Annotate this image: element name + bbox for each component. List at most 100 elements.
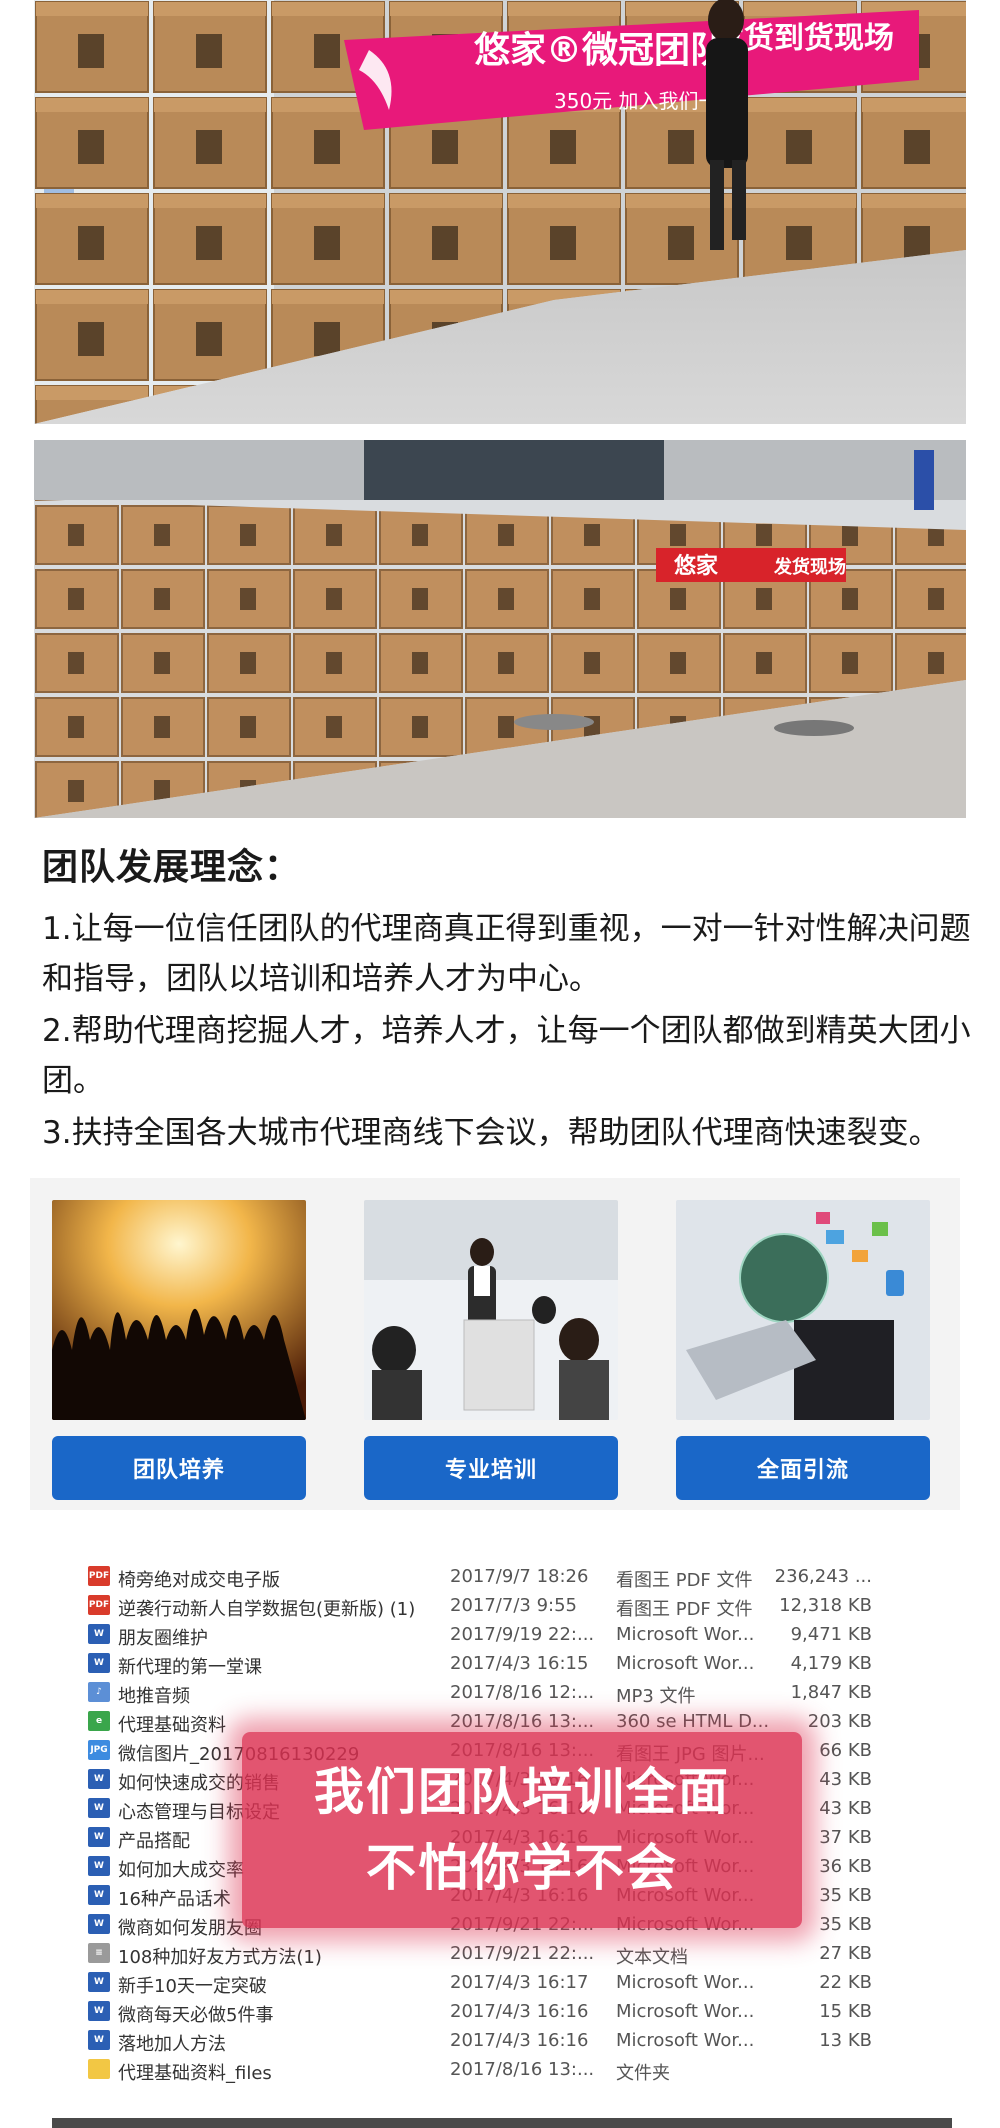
overlay-line-1: 我们团队培训全面 — [314, 1763, 730, 1821]
file-type: 文本文档 — [616, 1947, 688, 1968]
file-date: 2017/4/3 16:15 — [450, 1653, 589, 1674]
philosophy-item-3: 3.扶持全国各大城市代理商线下会议，帮助团队代理商快速裂变。 — [42, 1115, 940, 1151]
file-name: 代理基础资料 — [118, 1715, 226, 1736]
section-title: 团队发展理念： — [42, 847, 302, 888]
file-name: 微商如何发朋友圈 — [118, 1918, 262, 1939]
file-date: 2017/4/3 16:16 — [450, 2030, 589, 2051]
file-name: 108种加好友方式方法(1) — [118, 1947, 322, 1968]
file-type: Microsoft Wor... — [616, 2030, 755, 2051]
file-type-icon: W — [88, 1827, 110, 1847]
feature-card-traffic: 全面引流 — [676, 1200, 930, 1500]
file-date: 2017/4/3 16:17 — [450, 1972, 589, 1993]
file-row[interactable]: 代理基础资料_files 2017/8/16 13:... 文件夹 — [52, 2055, 952, 2084]
philosophy-item-2: 2.帮助代理商挖掘人才，培养人才，让每一个团队都做到精英大团小团。 — [42, 1013, 971, 1099]
banner-text: 悠家®微冠团队 — [474, 30, 727, 71]
file-type-icon: W — [88, 1653, 110, 1673]
file-type: Microsoft Wor... — [616, 1624, 755, 1645]
file-type-icon: W — [88, 2001, 110, 2021]
file-type-icon — [88, 2059, 110, 2079]
file-row[interactable]: PDF 椅旁绝对成交电子版 2017/9/7 18:26 看图王 PDF 文件 236,… — [52, 1562, 952, 1591]
file-date: 2017/8/16 13:... — [450, 1711, 595, 1732]
file-type-icon: W — [88, 1798, 110, 1818]
file-name: 微商每天必做5件事 — [118, 2005, 274, 2026]
file-name: 椅旁绝对成交电子版 — [118, 1570, 280, 1591]
file-date: 2017/9/19 22:... — [450, 1624, 595, 1645]
file-row[interactable]: PDF 逆袭行动新人自学数据包(更新版) (1) 2017/7/3 9:55 看图王 … — [52, 1591, 952, 1620]
file-type: Microsoft Wor... — [616, 1972, 755, 1993]
banner-text: 悠家 — [673, 553, 719, 579]
file-date: 2017/4/3 16:16 — [450, 2001, 589, 2022]
overlay-line-2: 不怕你学不会 — [366, 1839, 678, 1897]
file-date: 2017/8/16 12:... — [450, 1682, 595, 1703]
file-type: 看图王 PDF 文件 — [616, 1570, 753, 1591]
file-row[interactable]: W 新手10天一定突破 2017/4/3 16:17 Microsoft Wor...… — [52, 1968, 952, 1997]
file-name: 新手10天一定突破 — [118, 1976, 267, 1997]
file-size: 236,243 ... — [774, 1566, 872, 1587]
file-type-icon: ≡ — [88, 1943, 110, 1963]
file-type: Microsoft Wor... — [616, 1653, 755, 1674]
file-type: 360 se HTML D... — [616, 1711, 770, 1732]
file-name: 新代理的第一堂课 — [118, 1657, 262, 1678]
philosophy-item-1: 1.让每一位信任团队的代理商真正得到重视，一对一针对性解决问题和指导，团队以培训… — [42, 911, 971, 997]
file-date: 2017/9/7 18:26 — [450, 1566, 589, 1587]
file-type-icon: ♪ — [88, 1682, 110, 1702]
red-banner: 悠家 发货现场 — [656, 548, 846, 582]
file-list-screenshot: PDF 椅旁绝对成交电子版 2017/9/7 18:26 看图王 PDF 文件 236,… — [52, 1550, 952, 2110]
file-row[interactable]: W 落地加人方法 2017/4/3 16:16 Microsoft Wor... 13 … — [52, 2026, 952, 2055]
file-size: 27 KB — [819, 1943, 872, 1964]
file-type-icon: W — [88, 1885, 110, 1905]
file-row[interactable]: ≡ 108种加好友方式方法(1) 2017/9/21 22:... 文本文档 27 KB — [52, 1939, 952, 1968]
file-date: 2017/7/3 9:55 — [450, 1595, 577, 1616]
file-type: 看图王 PDF 文件 — [616, 1599, 753, 1620]
tech-globe-image — [676, 1200, 930, 1420]
file-type-icon: JPG — [88, 1740, 110, 1760]
file-date: 2017/8/16 13:... — [450, 2059, 595, 2080]
file-row[interactable]: W 新代理的第一堂课 2017/4/3 16:15 Microsoft Wor... 4… — [52, 1649, 952, 1678]
file-type-icon: W — [88, 2030, 110, 2050]
file-row[interactable]: W 微商每天必做5件事 2017/4/3 16:16 Microsoft Wor...… — [52, 1997, 952, 2026]
file-size: 12,318 KB — [779, 1595, 872, 1616]
file-type: Microsoft Wor... — [616, 2001, 755, 2022]
concert-crowd-image — [52, 1200, 306, 1420]
file-type-icon: W — [88, 1856, 110, 1876]
classroom-training-image — [364, 1200, 618, 1420]
professional-training-button[interactable]: 专业培训 — [364, 1436, 618, 1500]
file-size: 1,847 KB — [790, 1682, 872, 1703]
banner-text-2: 发货现场 — [773, 556, 846, 578]
file-type: MP3 文件 — [616, 1686, 696, 1707]
training-overlay-banner: 我们团队培训全面 不怕你学不会 — [242, 1732, 802, 1928]
file-name: 地推音频 — [118, 1686, 190, 1707]
file-type-icon: W — [88, 1914, 110, 1934]
feature-card-team: 团队培养 — [52, 1200, 306, 1500]
file-name: 落地加人方法 — [118, 2034, 226, 2055]
philosophy-list: 1.让每一位信任团队的代理商真正得到重视，一对一针对性解决问题和指导，团队以培训… — [42, 904, 972, 1160]
file-type: 文件夹 — [616, 2063, 670, 2084]
file-name: 如何加大成交率 — [118, 1860, 244, 1881]
file-row[interactable]: ♪ 地推音频 2017/8/16 12:... MP3 文件 1,847 KB — [52, 1678, 952, 1707]
file-row[interactable]: W 朋友圈维护 2017/9/19 22:... Microsoft Wor... 9,… — [52, 1620, 952, 1649]
file-size: 9,471 KB — [790, 1624, 872, 1645]
feature-card-pro: 专业培训 — [364, 1200, 618, 1500]
next-screenshot-strip — [52, 2118, 952, 2128]
file-size: 4,179 KB — [790, 1653, 872, 1674]
file-name: 代理基础资料_files — [118, 2063, 272, 2084]
file-type-icon: W — [88, 1972, 110, 1992]
file-name: 产品搭配 — [118, 1831, 190, 1852]
shipping-photo-top: 悠家®微冠团队 发货到货现场 350元 加入我们一起 — [34, 0, 966, 424]
feature-panel: 团队培养 专业培训 全面引流 — [30, 1178, 960, 1510]
file-size: 15 KB — [819, 2001, 872, 2022]
full-traffic-button[interactable]: 全面引流 — [676, 1436, 930, 1500]
team-training-button[interactable]: 团队培养 — [52, 1436, 306, 1500]
file-size: 203 KB — [807, 1711, 872, 1732]
file-type-icon: W — [88, 1624, 110, 1644]
file-type-icon: e — [88, 1711, 110, 1731]
file-type-icon: PDF — [88, 1595, 110, 1615]
file-name: 16种产品话术 — [118, 1889, 231, 1910]
shipping-photo-bottom: 悠家 发货现场 — [34, 440, 966, 818]
file-size: 22 KB — [819, 1972, 872, 1993]
file-date: 2017/9/21 22:... — [450, 1943, 595, 1964]
file-name: 朋友圈维护 — [118, 1628, 208, 1649]
file-type-icon: PDF — [88, 1566, 110, 1586]
file-type-icon: W — [88, 1769, 110, 1789]
file-size: 13 KB — [819, 2030, 872, 2051]
